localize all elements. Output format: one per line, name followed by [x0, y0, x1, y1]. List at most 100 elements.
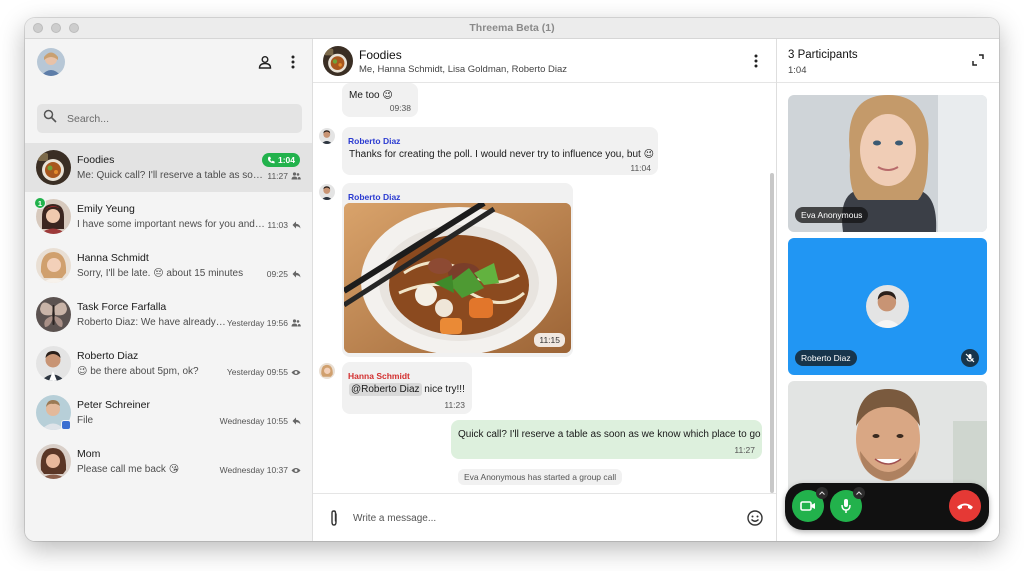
sender-avatar[interactable]	[319, 363, 335, 379]
message-time: 11:27	[734, 445, 755, 455]
conversation-preview: I have some important news for you and e…	[77, 219, 265, 230]
contact-avatar	[36, 444, 71, 479]
message-sender: Roberto Diaz	[348, 136, 401, 146]
conversation-item-foodies[interactable]: Foodies 1:04 Me: Quick call? I'll reserv…	[25, 143, 312, 192]
video-camera-icon	[800, 501, 815, 511]
paperclip-icon[interactable]	[326, 508, 342, 528]
work-status-badge	[61, 420, 71, 430]
message-time: 09:38	[389, 103, 411, 113]
food-photo[interactable]: 11:15	[344, 203, 571, 353]
window-title: Threema Beta (1)	[469, 22, 555, 34]
conversation-item-peter-schreiner[interactable]: Peter Schreiner File Wednesday 10:55	[25, 388, 312, 437]
chat-header[interactable]: Foodies Me, Hanna Schmidt, Lisa Goldman,…	[313, 39, 776, 83]
participant-name: Eva Anonymous	[795, 207, 869, 223]
message-time: 11:23	[444, 400, 465, 410]
hang-up-button[interactable]	[949, 490, 981, 522]
message-time: 11:15	[534, 333, 565, 347]
group-avatar	[36, 297, 71, 332]
contacts-icon[interactable]	[255, 52, 275, 72]
message-text: Thanks for creating the poll. I would ne…	[349, 149, 655, 160]
conversation-name: Peter Schreiner	[77, 399, 150, 411]
conversation-list: Foodies 1:04 Me: Quick call? I'll reserv…	[25, 143, 312, 486]
sidebar-header	[25, 39, 312, 87]
conversation-item-mom[interactable]: Mom Please call me back 😘 Wednesday 10:3…	[25, 437, 312, 486]
conversation-item-roberto-diaz[interactable]: Roberto Diaz 😉 be there about 5pm, ok? Y…	[25, 339, 312, 388]
conversation-time: 11:03	[267, 220, 288, 230]
conversation-preview: Please call me back 😘	[77, 464, 180, 475]
message-text: @Roberto Diaz nice try!!!	[349, 383, 465, 396]
conversation-preview: Me: Quick call? I'll reserve a table as …	[77, 170, 265, 181]
unread-badge: 1	[34, 197, 46, 209]
eye-icon	[291, 367, 301, 377]
group-icon	[291, 171, 301, 181]
participant-name: Roberto Diaz	[795, 350, 857, 366]
message-text: Me too 😉	[349, 90, 393, 101]
conversation-item-hanna-schmidt[interactable]: Hanna Schmidt Sorry, I'll be late. 😔 abo…	[25, 241, 312, 290]
conversation-sidebar: Foodies 1:04 Me: Quick call? I'll reserv…	[25, 39, 313, 541]
contact-avatar	[36, 346, 71, 381]
group-avatar	[36, 150, 71, 185]
chevron-up-icon	[819, 491, 825, 495]
mention-chip[interactable]: @Roberto Diaz	[349, 383, 422, 396]
message-list[interactable]: Me too 😉 09:38 Roberto Diaz Thanks for c…	[313, 83, 776, 493]
ongoing-call-badge[interactable]: 1:04	[261, 153, 300, 167]
participant-tile[interactable]: Roberto Diaz	[788, 238, 987, 375]
conversation-item-task-force-farfalla[interactable]: Task Force Farfalla Roberto Diaz: We hav…	[25, 290, 312, 339]
call-header: 3 Participants 1:04	[777, 39, 999, 83]
microphone-options-caret[interactable]	[853, 487, 865, 499]
image-message-bubble[interactable]: Roberto Diaz 11:15	[342, 183, 573, 357]
more-options-icon[interactable]	[283, 52, 303, 72]
group-call-panel: 3 Participants 1:04 Eva Anonymous Robert…	[777, 39, 999, 541]
participant-avatar	[866, 285, 909, 328]
message-time: 11:04	[630, 163, 651, 173]
sender-avatar[interactable]	[319, 128, 335, 144]
chat-menu-icon[interactable]	[748, 52, 764, 70]
message-sender: Roberto Diaz	[348, 192, 401, 202]
phone-icon	[267, 156, 275, 164]
message-scrollbar[interactable]	[770, 173, 774, 493]
conversation-time: Yesterday 19:56	[226, 318, 288, 328]
profile-avatar[interactable]	[37, 48, 65, 76]
conversation-time: 09:25	[266, 269, 288, 279]
message-text: Quick call? I'll reserve a table as soon…	[458, 429, 761, 440]
app-window: Threema Beta (1) Search... Foodies 1:04 …	[25, 18, 999, 541]
camera-options-caret[interactable]	[816, 487, 828, 499]
conversation-time: Wednesday 10:55	[219, 416, 288, 426]
conversation-name: Mom	[77, 448, 101, 460]
chat-title: Foodies	[359, 48, 402, 62]
search-input[interactable]	[67, 112, 267, 125]
conversation-name: Emily Yeung	[77, 203, 135, 215]
outgoing-message-bubble[interactable]: Quick call? I'll reserve a table as soon…	[451, 420, 762, 459]
conversation-item-emily-yeung[interactable]: 1 Emily Yeung I have some important news…	[25, 192, 312, 241]
message-bubble[interactable]: Roberto Diaz Thanks for creating the pol…	[342, 127, 658, 175]
conversation-name: Roberto Diaz	[77, 350, 139, 362]
conversation-preview: 😉 be there about 5pm, ok?	[77, 366, 199, 377]
message-input[interactable]	[353, 508, 713, 528]
collapse-icon[interactable]	[971, 53, 985, 67]
search-icon	[43, 109, 57, 128]
reply-icon	[291, 269, 301, 279]
conversation-name: Task Force Farfalla	[77, 301, 167, 313]
chevron-up-icon	[856, 491, 862, 495]
participants-count: 3 Participants	[788, 49, 858, 61]
conversation-name: Hanna Schmidt	[77, 252, 149, 264]
microphone-icon	[841, 499, 851, 513]
sender-avatar[interactable]	[319, 184, 335, 200]
search-bar	[37, 104, 302, 133]
reply-icon	[291, 416, 301, 426]
reply-icon	[291, 220, 301, 230]
group-avatar	[323, 46, 353, 76]
conversation-name: Foodies	[77, 154, 115, 166]
conversation-time: Yesterday 09:55	[226, 367, 288, 377]
message-composer	[313, 493, 776, 541]
conversation-time: 11:27	[267, 171, 288, 181]
conversation-preview: File	[77, 415, 94, 426]
conversation-preview: Roberto Diaz: We have already decided	[77, 317, 227, 328]
emoji-icon[interactable]	[746, 509, 764, 527]
participant-tile[interactable]: Eva Anonymous	[788, 95, 987, 232]
message-bubble[interactable]: Me too 😉 09:38	[342, 83, 418, 117]
title-bar: Threema Beta (1)	[25, 18, 999, 39]
eye-icon	[291, 465, 301, 475]
message-bubble[interactable]: Hanna Schmidt @Roberto Diaz nice try!!! …	[342, 362, 472, 414]
conversation-time: Wednesday 10:37	[219, 465, 288, 475]
